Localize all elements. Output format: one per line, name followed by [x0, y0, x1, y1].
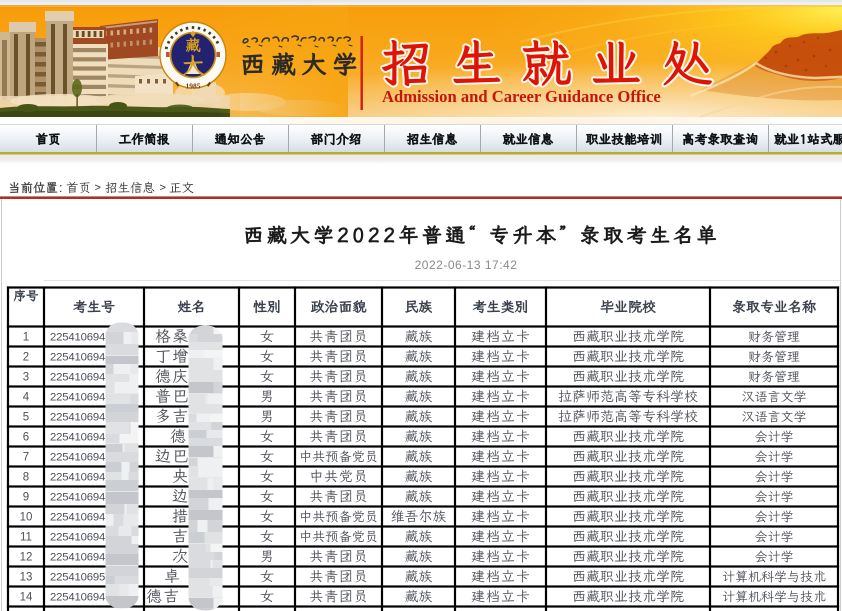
svg-text:225410694: 225410694 — [50, 492, 105, 504]
svg-text:>: > — [95, 182, 101, 194]
svg-text:8: 8 — [23, 472, 29, 484]
svg-text:225410694: 225410694 — [50, 372, 105, 384]
svg-text:12: 12 — [20, 552, 33, 564]
svg-text:225410694: 225410694 — [50, 552, 105, 564]
svg-text:1985: 1985 — [186, 82, 201, 91]
svg-text:5: 5 — [23, 412, 29, 424]
svg-text:225410694: 225410694 — [50, 532, 105, 544]
svg-text:>: > — [160, 182, 166, 194]
svg-text:3: 3 — [23, 372, 29, 384]
svg-text:225410694: 225410694 — [50, 592, 105, 604]
svg-text:1: 1 — [23, 332, 29, 344]
svg-text:9: 9 — [23, 492, 29, 504]
svg-text:4: 4 — [23, 392, 30, 404]
svg-text:225410694: 225410694 — [50, 392, 105, 404]
svg-text:2022-06-13 17:42: 2022-06-13 17:42 — [415, 258, 518, 272]
svg-text:225410695: 225410695 — [50, 572, 105, 584]
svg-text:225410694: 225410694 — [50, 432, 105, 444]
svg-text:225410694: 225410694 — [50, 452, 105, 464]
svg-text:225410694: 225410694 — [50, 352, 105, 364]
svg-text:2: 2 — [23, 352, 29, 364]
svg-text:225410694: 225410694 — [50, 472, 105, 484]
svg-text:13: 13 — [20, 572, 33, 584]
svg-text:10: 10 — [20, 512, 33, 524]
svg-text:225410694: 225410694 — [50, 512, 105, 524]
svg-text::: : — [59, 181, 62, 195]
svg-text:2254106941: 2254106941 — [50, 332, 111, 344]
svg-text:Admission and Career Guidance: Admission and Career Guidance Office — [382, 87, 661, 106]
svg-text:6: 6 — [23, 432, 29, 444]
svg-text:225410694: 225410694 — [50, 412, 105, 424]
svg-text:14: 14 — [20, 592, 33, 604]
svg-text:7: 7 — [23, 452, 29, 464]
svg-text:11: 11 — [20, 532, 32, 544]
